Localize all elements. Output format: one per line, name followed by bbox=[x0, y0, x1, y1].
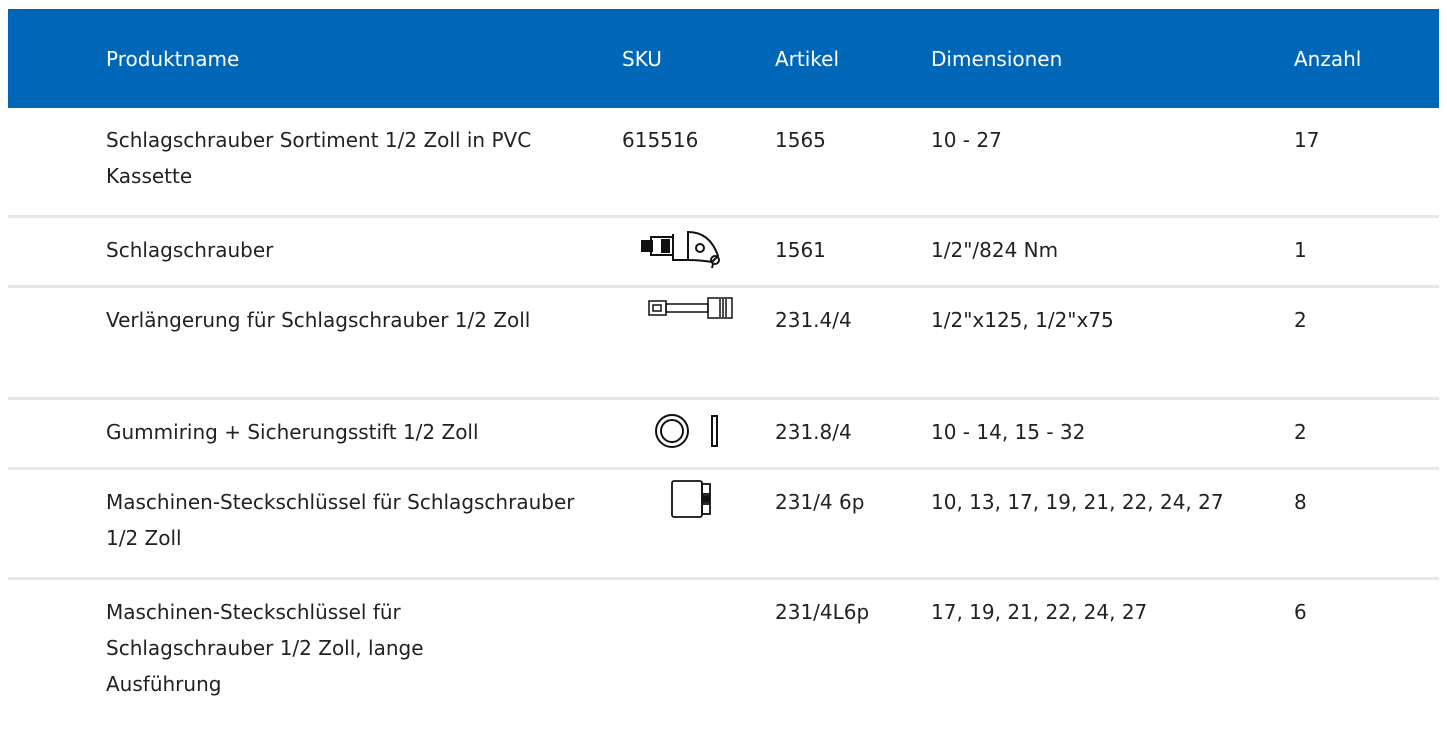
product-dimensions: 17, 19, 21, 22, 24, 27 bbox=[931, 600, 1148, 624]
header-count[interactable]: Anzahl bbox=[1294, 46, 1414, 72]
rubber-ring-pin-icon bbox=[654, 412, 726, 450]
product-count: 17 bbox=[1294, 128, 1320, 152]
table-row: Gummiring + Sicherungsstift 1/2 Zoll 231… bbox=[8, 400, 1439, 470]
product-dimensions: 10 - 14, 15 - 32 bbox=[931, 420, 1086, 444]
product-name: Verlängerung für Schlagschrauber 1/2 Zol… bbox=[106, 308, 531, 332]
product-article: 1565 bbox=[775, 128, 826, 152]
header-product-name[interactable]: Produktname bbox=[106, 46, 586, 72]
header-sku[interactable]: SKU bbox=[622, 46, 762, 72]
header-article[interactable]: Artikel bbox=[775, 46, 915, 72]
extension-bar-icon bbox=[648, 296, 738, 322]
product-article: 231/4L6p bbox=[775, 600, 870, 624]
table-row: Maschinen-Steckschlüssel für Schlagschra… bbox=[8, 470, 1439, 580]
product-name: Schlagschrauber Sortiment 1/2 Zoll in PV… bbox=[106, 128, 532, 188]
product-count: 6 bbox=[1294, 600, 1307, 624]
product-article: 231/4 6p bbox=[775, 490, 865, 514]
socket-icon bbox=[670, 479, 714, 519]
header-dimensions[interactable]: Dimensionen bbox=[931, 46, 1261, 72]
product-dimensions: 10 - 27 bbox=[931, 128, 1002, 152]
product-article: 231.8/4 bbox=[775, 420, 852, 444]
product-article: 231.4/4 bbox=[775, 308, 852, 332]
product-dimensions: 1/2"/824 Nm bbox=[931, 238, 1059, 262]
product-table: Produktname SKU Artikel Dimensionen Anza… bbox=[8, 9, 1439, 730]
table-row: Schlagschrauber 1561 1/2"/824 Nm 1 bbox=[8, 218, 1439, 288]
product-sku: 615516 bbox=[622, 128, 699, 152]
table-row: Maschinen-Steckschlüssel für Schlagschra… bbox=[8, 580, 1439, 730]
product-dimensions: 1/2"x125, 1/2"x75 bbox=[931, 308, 1114, 332]
product-name: Schlagschrauber bbox=[106, 238, 274, 262]
product-count: 2 bbox=[1294, 420, 1307, 444]
table-header: Produktname SKU Artikel Dimensionen Anza… bbox=[8, 9, 1439, 108]
product-article: 1561 bbox=[775, 238, 826, 262]
product-count: 1 bbox=[1294, 238, 1307, 262]
table-row: Schlagschrauber Sortiment 1/2 Zoll in PV… bbox=[8, 108, 1439, 218]
product-name: Maschinen-Steckschlüssel für Schlagschra… bbox=[106, 490, 575, 550]
impact-wrench-icon bbox=[640, 226, 726, 270]
product-name: Gummiring + Sicherungsstift 1/2 Zoll bbox=[106, 420, 479, 444]
table-row: Verlängerung für Schlagschrauber 1/2 Zol… bbox=[8, 288, 1439, 400]
product-dimensions: 10, 13, 17, 19, 21, 22, 24, 27 bbox=[931, 490, 1224, 514]
product-name: Maschinen-Steckschlüssel für Schlagschra… bbox=[106, 600, 424, 696]
product-count: 2 bbox=[1294, 308, 1307, 332]
product-count: 8 bbox=[1294, 490, 1307, 514]
